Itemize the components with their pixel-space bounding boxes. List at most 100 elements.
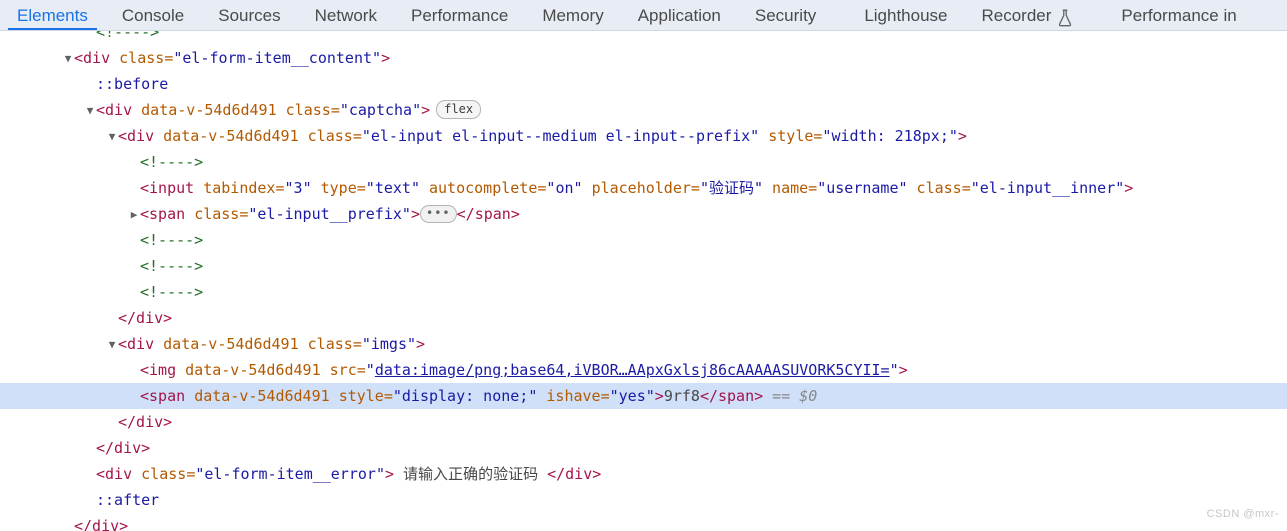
text-node[interactable]: 请输入正确的验证码	[394, 465, 547, 483]
dom-node-row[interactable]: ·<!---->	[0, 253, 1287, 279]
dom-node-row[interactable]: ▼ <div data-v-54d6d491 class="captcha"> fl…	[0, 97, 1287, 123]
tab-performance[interactable]: Performance	[394, 0, 525, 30]
csdn-watermark: CSDN @mxr-	[1206, 508, 1279, 520]
attribute-value[interactable]: el-form-item__content	[182, 49, 372, 67]
attribute-value[interactable]: imgs	[371, 335, 407, 353]
text-node[interactable]: 9rf8	[664, 387, 700, 405]
expand-arrow-closed-icon[interactable]: ▶	[128, 202, 140, 228]
dom-node-row[interactable]: ·<!---->	[0, 227, 1287, 253]
attribute-name[interactable]: type	[321, 179, 357, 197]
attribute-name[interactable]: autocomplete	[429, 179, 537, 197]
pseudo-element-node[interactable]: ::before	[96, 75, 168, 93]
comment-node: <!---->	[140, 153, 204, 171]
expand-arrow-open-icon[interactable]: ▼	[106, 124, 118, 150]
dom-node-row[interactable]: ▼ <div data-v-54d6d491 class="imgs">	[0, 331, 1287, 357]
tree-spacer: ·	[128, 384, 140, 410]
tag-name[interactable]: span	[149, 387, 185, 405]
attribute-value[interactable]: el-input__prefix	[257, 205, 402, 223]
dom-node-row[interactable]: ·<img data-v-54d6d491 src="data:image/pn…	[0, 357, 1287, 383]
expand-arrow-open-icon[interactable]: ▼	[106, 332, 118, 358]
attribute-name[interactable]: name	[772, 179, 808, 197]
tag-name[interactable]: div	[127, 127, 154, 145]
attribute-name[interactable]: class	[917, 179, 962, 197]
dom-node-row-selected[interactable]: ·<span data-v-54d6d491 style="display: n…	[0, 383, 1287, 409]
tab-network[interactable]: Network	[298, 0, 394, 30]
dom-node-row[interactable]: ·::before	[0, 71, 1287, 97]
tree-spacer: ·	[128, 150, 140, 176]
dom-node-row[interactable]: ·<input tabindex="3" type="text" autocom…	[0, 175, 1287, 201]
attribute-name[interactable]: placeholder	[592, 179, 691, 197]
tab-label: Network	[314, 5, 377, 25]
dom-node-row[interactable]: ·</div>	[0, 513, 1287, 531]
collapsed-content-icon[interactable]: •••	[419, 205, 457, 223]
attribute-name[interactable]: class	[119, 49, 164, 67]
attribute-name[interactable]: ishave	[546, 387, 600, 405]
expand-arrow-open-icon[interactable]: ▼	[84, 98, 96, 124]
attribute-value[interactable]: yes	[619, 387, 646, 405]
dom-node-row[interactable]: ▼ <div class="el-form-item__content">	[0, 45, 1287, 71]
tab-memory[interactable]: Memory	[525, 0, 620, 30]
tree-spacer: ·	[84, 436, 96, 462]
attribute-value[interactable]: 验证码	[709, 179, 754, 197]
attribute-value[interactable]: captcha	[349, 101, 412, 119]
tag-name[interactable]: input	[149, 179, 194, 197]
dom-node-row[interactable]: ·</div>	[0, 435, 1287, 461]
dom-node-row[interactable]: ·</div>	[0, 305, 1287, 331]
dom-node-row[interactable]: ·<!---->	[0, 279, 1287, 305]
attribute-name[interactable]: class	[308, 335, 353, 353]
tab-sources[interactable]: Sources	[201, 0, 297, 30]
tag-name[interactable]: div	[83, 49, 110, 67]
attribute-name[interactable]: class	[308, 127, 353, 145]
pseudo-element-node[interactable]: ::after	[96, 491, 159, 509]
tab-security[interactable]: Security	[738, 0, 833, 30]
attribute-name[interactable]: data-v-54d6d491	[141, 101, 276, 119]
tab-elements[interactable]: Elements	[0, 0, 105, 30]
attribute-name[interactable]: data-v-54d6d491	[163, 335, 298, 353]
attribute-value[interactable]: text	[375, 179, 411, 197]
attribute-name[interactable]: tabindex	[203, 179, 275, 197]
dom-node-row[interactable]: ·::after	[0, 487, 1287, 513]
attribute-value[interactable]: el-form-item__error	[204, 465, 376, 483]
attribute-name[interactable]: class	[194, 205, 239, 223]
tag-name[interactable]: img	[149, 361, 176, 379]
attribute-value[interactable]: width: 218px;	[831, 127, 948, 145]
attribute-value[interactable]: display: none;	[402, 387, 528, 405]
attribute-value-link[interactable]: data:image/png;base64,iVBOR…AApxGxlsj86c…	[375, 361, 890, 379]
elements-dom-tree[interactable]: ·<!---->▼<div class="el-form-item__conte…	[0, 31, 1287, 531]
attribute-name[interactable]: class	[286, 101, 331, 119]
closing-tag: </div>	[118, 309, 173, 327]
tag-name[interactable]: div	[127, 335, 154, 353]
attribute-value[interactable]: username	[826, 179, 898, 197]
flex-badge[interactable]: flex	[436, 100, 482, 119]
tab-recorder[interactable]: Recorder	[965, 0, 1091, 30]
attribute-name[interactable]: class	[141, 465, 186, 483]
expand-arrow-open-icon[interactable]: ▼	[62, 46, 74, 72]
attribute-name[interactable]: data-v-54d6d491	[163, 127, 298, 145]
attribute-name[interactable]: data-v-54d6d491	[185, 361, 320, 379]
dom-node-row[interactable]: ▼ <div data-v-54d6d491 class="el-input el…	[0, 123, 1287, 149]
dom-node-row[interactable]: ·<!---->	[0, 149, 1287, 175]
tab-label: Application	[637, 5, 721, 25]
dom-node-row[interactable]: ·</div>	[0, 409, 1287, 435]
attribute-name[interactable]: src	[330, 361, 357, 379]
tab-performance-in[interactable]: Performance in	[1104, 0, 1253, 30]
attribute-name[interactable]: style	[339, 387, 384, 405]
tag-name[interactable]: div	[105, 101, 132, 119]
attribute-value[interactable]: on	[555, 179, 573, 197]
attribute-value[interactable]: 3	[294, 179, 303, 197]
tag-name[interactable]: span	[149, 205, 185, 223]
tab-label: Security	[754, 5, 817, 25]
attribute-name[interactable]: style	[768, 127, 813, 145]
tab-console[interactable]: Console	[105, 0, 201, 30]
tab-lighthouse[interactable]: Lighthouse	[847, 0, 964, 30]
tag-name[interactable]: div	[105, 465, 132, 483]
attribute-value[interactable]: el-input el-input--medium el-input--pref…	[371, 127, 750, 145]
dom-node-row[interactable]: ·<div class="el-form-item__error"> 请输入正确…	[0, 461, 1287, 487]
dom-node-row[interactable]: ·<!---->	[0, 31, 1287, 45]
tab-application[interactable]: Application	[621, 0, 738, 30]
comment-node: <!---->	[140, 283, 204, 301]
dom-node-row[interactable]: ▶ <span class="el-input__prefix"> ••• </spa…	[0, 201, 1287, 227]
attribute-value[interactable]: el-input__inner	[980, 179, 1115, 197]
attribute-name[interactable]: data-v-54d6d491	[194, 387, 329, 405]
selected-node-reference: == $0	[763, 387, 818, 405]
